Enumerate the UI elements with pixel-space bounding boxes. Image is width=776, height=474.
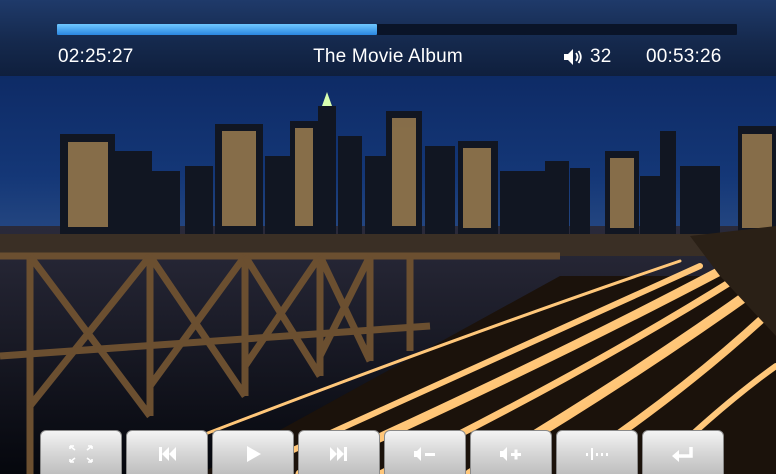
volume-indicator[interactable]: 32 xyxy=(562,45,612,69)
skip-back-icon xyxy=(159,447,176,461)
back-button[interactable] xyxy=(642,430,724,474)
control-bar xyxy=(40,430,724,474)
volume-up-button[interactable] xyxy=(470,430,552,474)
progress-bar[interactable] xyxy=(57,24,737,35)
previous-button[interactable] xyxy=(126,430,208,474)
play-icon xyxy=(247,446,261,462)
city-bridge-scene xyxy=(0,92,776,474)
volume-plus-icon xyxy=(500,447,521,461)
expand-arrows-icon xyxy=(69,445,93,463)
return-arrow-icon xyxy=(672,447,693,462)
video-player: 02:25:27 The Movie Album 32 00:53:26 xyxy=(0,0,776,474)
skip-forward-icon xyxy=(330,447,347,461)
next-button[interactable] xyxy=(298,430,380,474)
video-frame[interactable] xyxy=(0,76,776,474)
play-button[interactable] xyxy=(212,430,294,474)
volume-minus-icon xyxy=(414,447,435,461)
volume-level: 32 xyxy=(590,46,612,67)
progress-fill xyxy=(57,24,377,35)
fullscreen-button[interactable] xyxy=(40,430,122,474)
speaker-icon xyxy=(564,49,582,65)
volume-down-button[interactable] xyxy=(384,430,466,474)
info-bar: 02:25:27 The Movie Album 32 00:53:26 xyxy=(0,0,776,76)
remaining-time: 00:53:26 xyxy=(646,46,722,67)
equalizer-button[interactable] xyxy=(556,430,638,474)
equalizer-icon xyxy=(586,448,608,460)
